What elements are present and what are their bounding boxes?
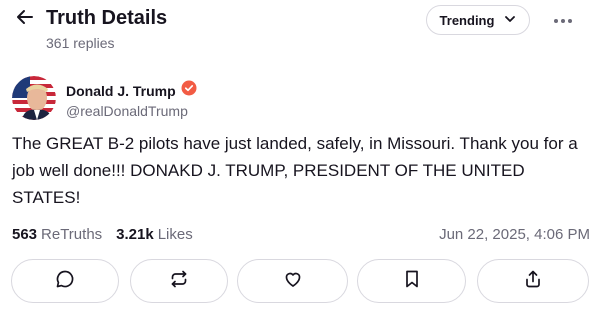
post-author: Donald J. Trump @realDonaldTrump xyxy=(12,76,412,126)
post-actions xyxy=(11,259,589,303)
more-options-button[interactable] xyxy=(548,8,578,32)
author-handle[interactable]: @realDonaldTrump xyxy=(66,103,188,119)
likes-stat[interactable]: 3.21k Likes xyxy=(116,226,193,243)
back-button[interactable] xyxy=(12,6,38,32)
more-horizontal-icon xyxy=(553,11,573,29)
share-button[interactable] xyxy=(477,259,589,303)
likes-label: Likes xyxy=(157,225,193,243)
share-icon xyxy=(523,269,543,294)
retruths-stat[interactable]: 563 ReTruths xyxy=(12,226,102,243)
heart-icon xyxy=(283,269,303,294)
retruth-button[interactable] xyxy=(130,259,228,303)
replies-count: 361 replies xyxy=(46,35,115,51)
post-stats: 563 ReTruths 3.21k Likes Jun 22, 2025, 4… xyxy=(12,223,590,245)
bookmark-button[interactable] xyxy=(357,259,466,303)
author-name[interactable]: Donald J. Trump xyxy=(66,83,176,99)
likes-count: 3.21k xyxy=(116,225,154,243)
avatar[interactable] xyxy=(12,76,56,120)
comment-icon xyxy=(55,269,75,294)
post-text: The GREAT B-2 pilots have just landed, s… xyxy=(12,134,578,207)
retruths-label: ReTruths xyxy=(41,225,103,243)
page-header: Truth Details 361 replies Trending xyxy=(0,0,599,60)
reply-button[interactable] xyxy=(11,259,119,303)
chevron-down-icon xyxy=(504,13,516,28)
verified-badge-icon xyxy=(181,80,197,101)
like-button[interactable] xyxy=(237,259,348,303)
sort-dropdown[interactable]: Trending xyxy=(426,5,530,35)
retruths-count: 563 xyxy=(12,225,38,243)
bookmark-icon xyxy=(402,269,422,294)
post-timestamp: Jun 22, 2025, 4:06 PM xyxy=(439,225,590,243)
page-title: Truth Details xyxy=(46,7,168,29)
arrow-left-icon xyxy=(15,7,35,32)
author-name-row: Donald J. Trump xyxy=(66,80,197,101)
repost-icon xyxy=(169,269,189,294)
sort-label: Trending xyxy=(439,12,495,28)
